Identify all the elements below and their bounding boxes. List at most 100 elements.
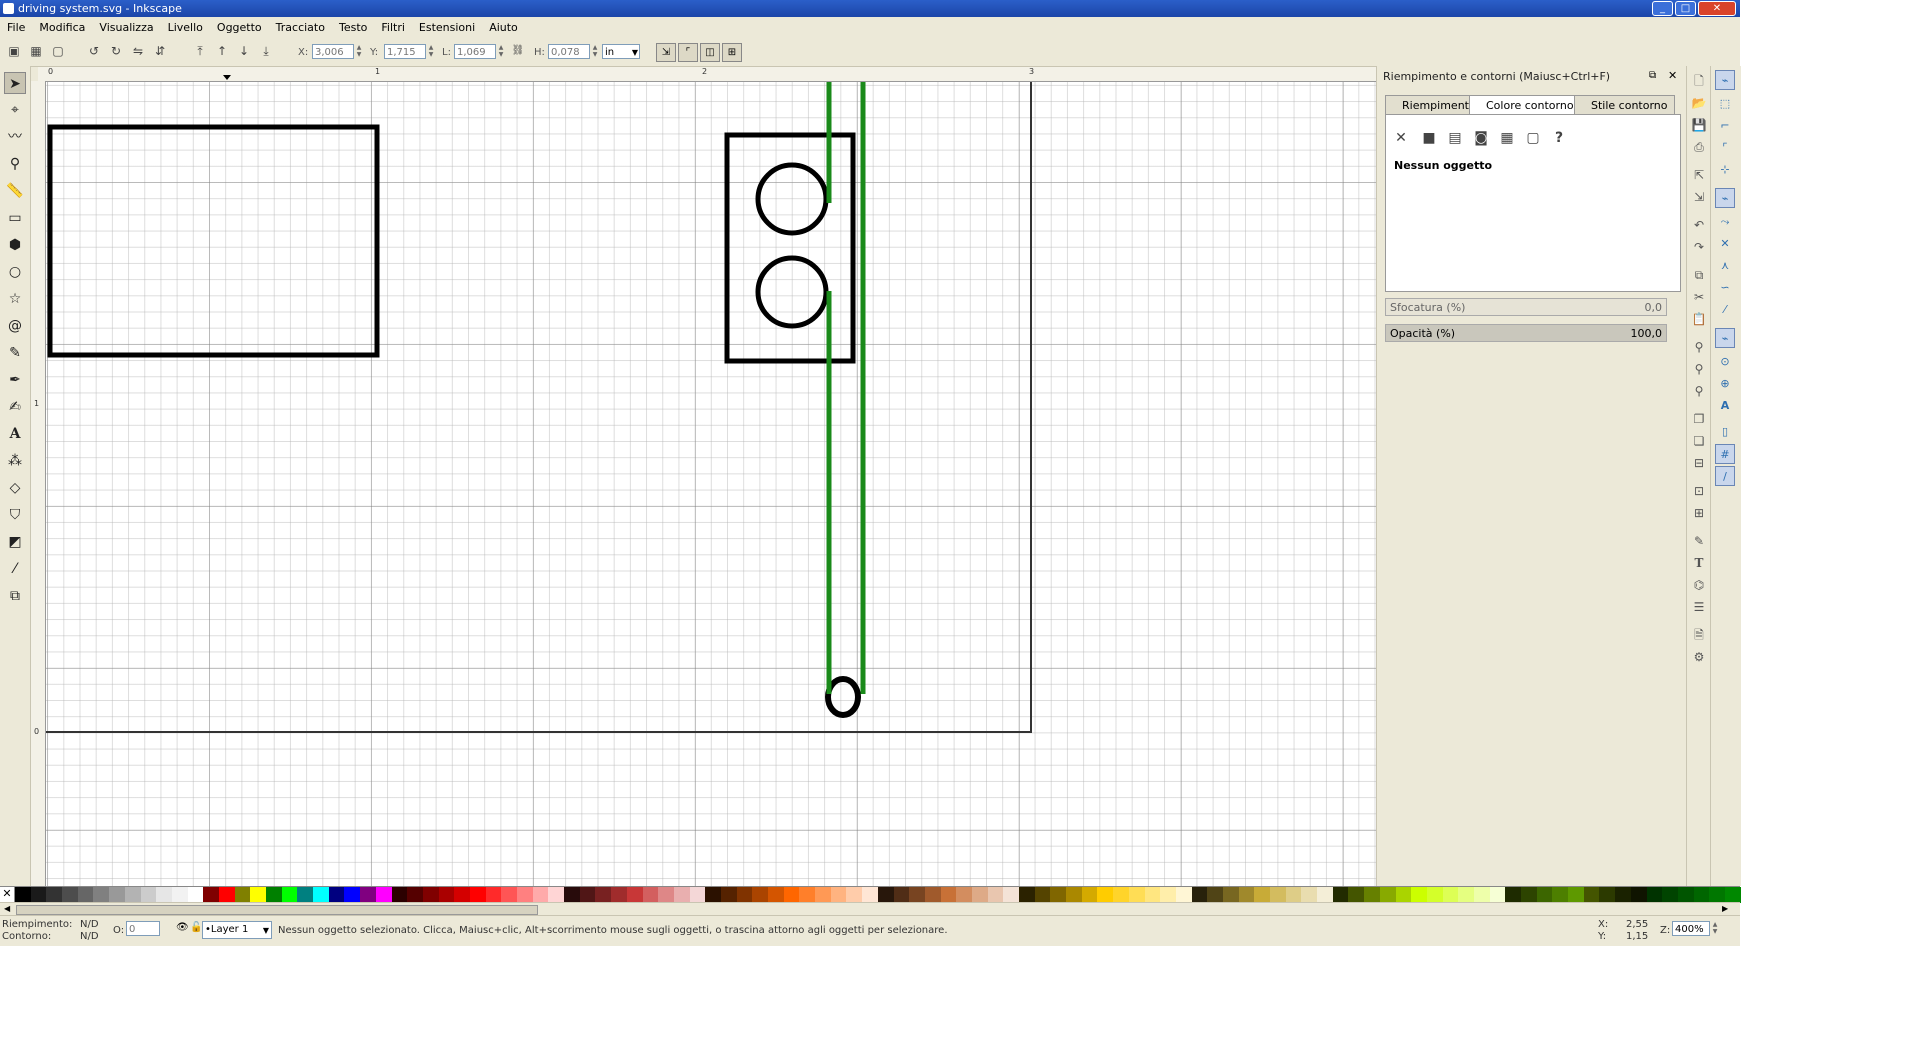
color-swatch[interactable] [77,887,94,903]
menu-aiuto[interactable]: Aiuto [482,21,525,34]
zoom-input[interactable]: 400% [1672,921,1710,936]
eraser-tool[interactable]: ◇ [4,477,26,499]
new-icon[interactable]: 🗋 [1690,72,1708,90]
snap-bbox-icon[interactable]: ⬚ [1715,94,1735,114]
color-swatch[interactable] [1097,887,1114,903]
preferences-icon[interactable]: ⚙ [1690,648,1708,666]
rect-tool[interactable]: ▭ [4,207,26,229]
color-swatch[interactable] [720,887,737,903]
scale-corners-toggle[interactable]: ⌜ [678,43,698,62]
color-swatch[interactable] [422,887,439,903]
color-swatch[interactable] [1458,887,1474,903]
color-swatch[interactable] [548,887,565,903]
dialog-close-icon[interactable]: ✕ [1668,69,1677,82]
x-spinner[interactable]: ▲ ▼ [355,44,363,59]
color-swatch[interactable] [1081,887,1098,903]
menu-modifica[interactable]: Modifica [32,21,92,34]
document-properties-icon[interactable]: 🗎 [1690,626,1708,644]
color-swatch[interactable] [187,887,204,903]
color-swatch[interactable] [1505,887,1521,903]
snap-guide-icon[interactable]: / [1715,466,1735,486]
color-swatch[interactable] [1066,887,1082,903]
color-swatch[interactable] [297,887,314,903]
dropper-tool[interactable]: ⁄ [4,558,26,580]
x-input[interactable]: 3,006 [312,44,354,59]
color-swatch[interactable] [391,887,408,903]
export-icon[interactable]: ⇲ [1690,188,1708,206]
color-swatch[interactable] [1552,887,1569,903]
color-swatch[interactable] [1254,887,1270,903]
color-swatch[interactable] [234,887,251,903]
snap-cusp-icon[interactable]: ⋏ [1715,256,1735,276]
bottom-ellipse[interactable] [825,676,861,718]
color-swatch[interactable] [1521,887,1537,903]
align-icon[interactable]: ☰ [1690,598,1708,616]
color-swatch[interactable] [1426,887,1443,903]
color-swatch[interactable] [532,887,549,903]
scroll-thumb[interactable] [16,905,538,915]
menu-visualizza[interactable]: Visualizza [92,21,160,34]
color-swatch[interactable] [673,887,690,903]
layer-select[interactable]: •Layer 1 ▼ [202,921,272,939]
opacity-slider[interactable]: Opacità (%) 100,0 [1385,324,1667,342]
undo-icon[interactable]: ↶ [1690,216,1708,234]
color-swatch[interactable] [171,887,188,903]
tab-stroke-style[interactable]: Stile contorno [1574,95,1675,114]
color-swatch[interactable] [1599,887,1616,903]
color-swatch[interactable] [109,887,125,903]
text-tool[interactable]: A [4,423,26,445]
color-swatch[interactable] [1034,887,1051,903]
snap-rotation-icon[interactable]: ⊕ [1715,374,1735,394]
zoom-drawing-icon[interactable]: ⚲ [1690,360,1708,378]
color-swatch[interactable] [846,887,863,903]
raise-to-top-icon[interactable]: ⤒ [192,43,208,59]
tab-stroke-paint[interactable]: Colore contorno [1469,95,1581,114]
color-swatch[interactable] [1364,887,1380,903]
color-swatch[interactable] [768,887,784,903]
color-swatch[interactable] [203,887,219,903]
color-swatch[interactable] [815,887,831,903]
layer-lock-icon[interactable]: 🔓 [190,922,202,933]
snap-midpoint-icon[interactable]: ⁄ [1715,300,1735,320]
snap-bbox-corner-icon[interactable]: ⌜ [1715,138,1735,158]
color-swatch[interactable] [940,887,957,903]
snap-text-baseline-icon[interactable]: A [1715,396,1735,416]
color-swatch[interactable] [579,887,596,903]
menu-tracciato[interactable]: Tracciato [269,21,332,34]
y-input[interactable]: 1,715 [384,44,426,59]
color-swatch[interactable] [611,887,627,903]
clone-icon[interactable]: ❏ [1690,432,1708,450]
select-all-layers-icon[interactable]: ▦ [28,43,44,59]
color-swatch[interactable] [1207,887,1223,903]
color-swatch[interactable] [877,887,894,903]
menu-filtri[interactable]: Filtri [374,21,412,34]
color-swatch[interactable] [124,887,141,903]
color-swatch[interactable] [485,887,502,903]
flip-horizontal-icon[interactable]: ⇋ [130,43,146,59]
color-swatch[interactable] [281,887,298,903]
pencil-tool[interactable]: ✎ [4,342,26,364]
menu-file[interactable]: File [0,21,32,34]
save-icon[interactable]: 💾 [1690,116,1708,134]
color-swatch[interactable] [1473,887,1490,903]
menu-oggetto[interactable]: Oggetto [210,21,269,34]
color-swatch[interactable] [266,887,282,903]
gradient-tool[interactable]: ◩ [4,531,26,553]
color-swatch[interactable] [799,887,816,903]
horizontal-ruler[interactable]: 0 1 2 3 [38,67,1376,82]
color-swatch[interactable] [564,887,580,903]
pattern-icon[interactable]: ▦ [1498,129,1516,147]
rotate-ccw-icon[interactable]: ↺ [86,43,102,59]
scale-stroke-toggle[interactable]: ⇲ [656,43,676,62]
color-swatch[interactable] [1050,887,1067,903]
color-swatch[interactable] [1615,887,1631,903]
visibility-icon[interactable]: 👁 [176,922,189,933]
color-swatch[interactable] [93,887,110,903]
color-swatch[interactable] [705,887,721,903]
raise-icon[interactable]: ↑ [214,43,230,59]
snap-nodes-icon[interactable]: ⌁ [1715,188,1735,208]
color-swatch[interactable] [1709,887,1725,903]
select-all-icon[interactable]: ▣ [6,43,22,59]
color-swatch[interactable] [642,887,659,903]
unlink-icon[interactable]: ⊟ [1690,454,1708,472]
